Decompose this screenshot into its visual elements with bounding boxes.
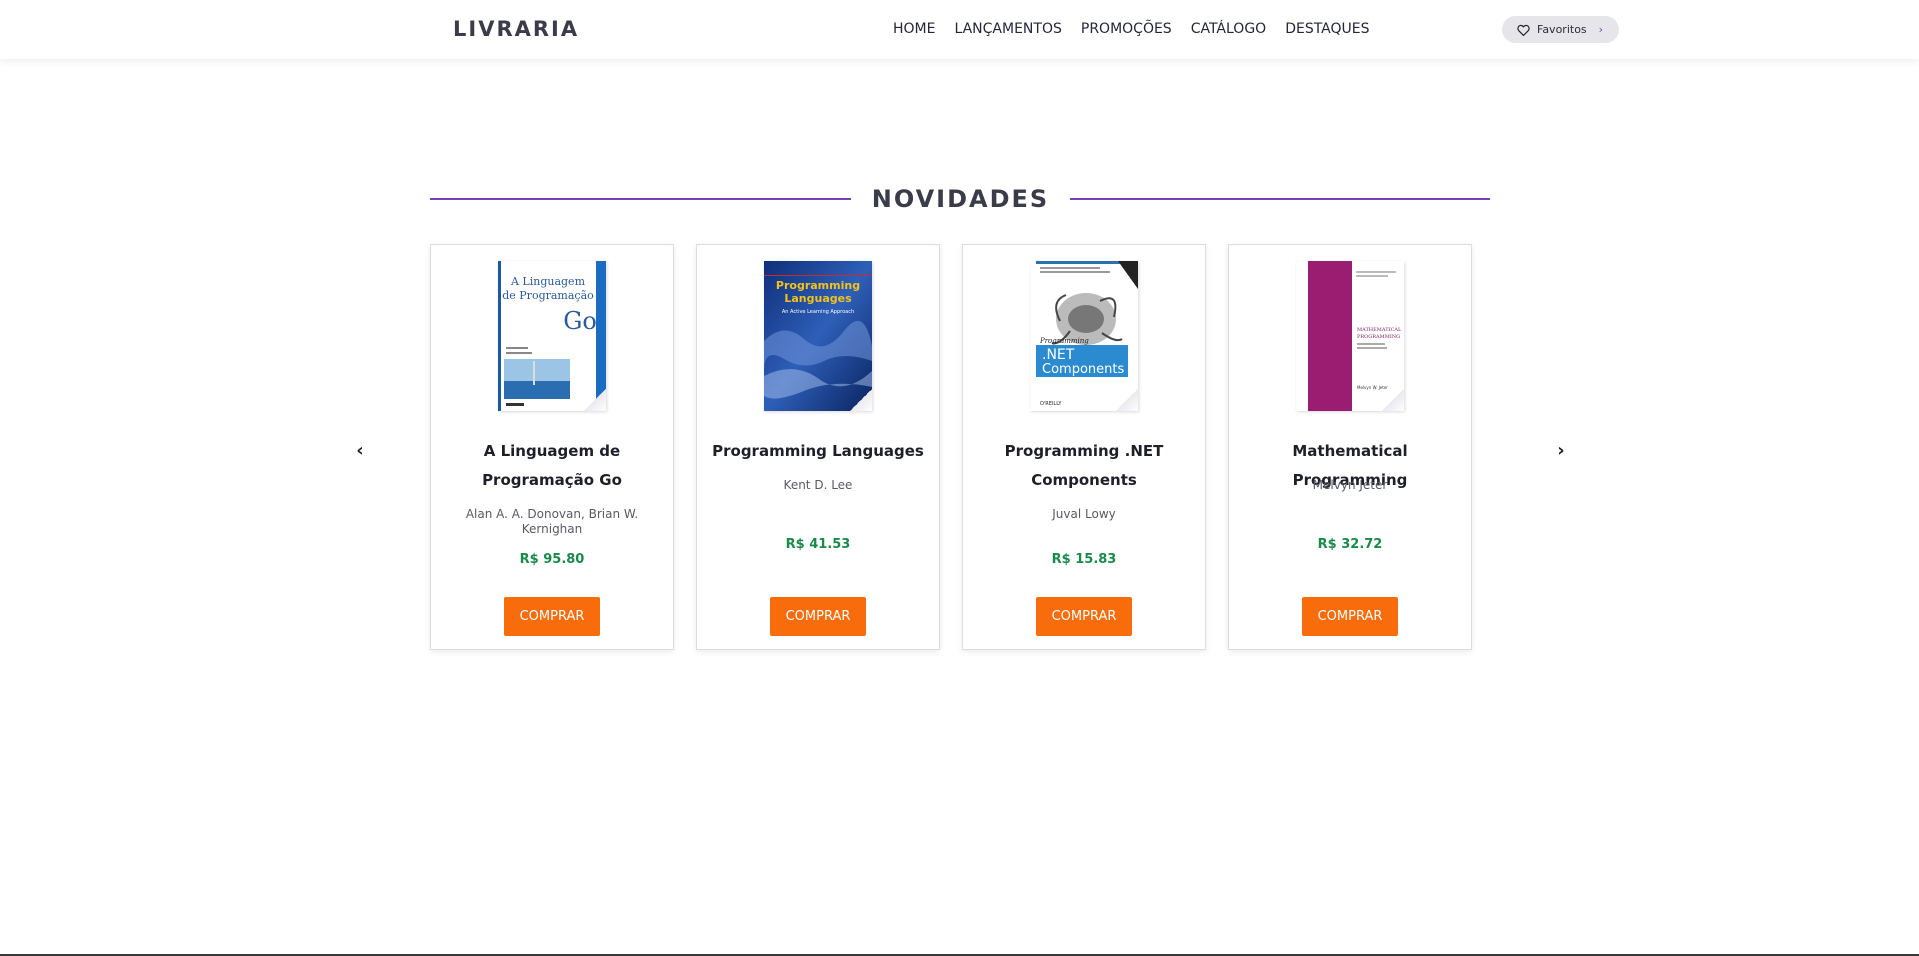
book-title[interactable]: A Linguagem de Programação Go xyxy=(443,437,661,495)
book-card[interactable]: Programming Languages An Active Learning… xyxy=(696,244,940,650)
cover-title-line-3: Go xyxy=(563,307,597,335)
book-cover[interactable]: Programming .NET Components O'REILLY xyxy=(1030,261,1138,411)
cover-title-line-2: .NET xyxy=(1042,347,1075,363)
book-author: Juval Lowy xyxy=(1052,507,1116,521)
favorites-button[interactable]: Favoritos › xyxy=(1502,16,1619,43)
book-price: R$ 41.53 xyxy=(785,537,851,552)
favorites-label: Favoritos xyxy=(1537,23,1587,36)
book-price: R$ 32.72 xyxy=(1317,537,1383,552)
book-card[interactable]: A Linguagem de Programação Go A Linguage… xyxy=(430,244,674,650)
book-card[interactable]: Programming .NET Components O'REILLY Pro… xyxy=(962,244,1206,650)
heart-icon xyxy=(1516,23,1530,37)
cover-title-line-1: A Linguagem xyxy=(510,275,586,288)
nav-catalogo[interactable]: CATÁLOGO xyxy=(1191,20,1267,38)
top-header: LIVRARIA HOME LANÇAMENTOS PROMOÇÕES CATÁ… xyxy=(0,0,1919,59)
book-title[interactable]: Programming .NET Components xyxy=(975,437,1193,495)
cover-title-line-1: Programming xyxy=(776,279,860,292)
book-author: Kent D. Lee xyxy=(783,478,853,492)
cover-title-line-2: Languages xyxy=(784,292,852,305)
carousel-prev-icon[interactable]: ‹ xyxy=(350,440,370,462)
nav-destaques[interactable]: DESTAQUES xyxy=(1285,20,1369,38)
nav-lancamentos[interactable]: LANÇAMENTOS xyxy=(954,20,1061,38)
title-divider-left xyxy=(430,198,851,200)
cover-title-line-1: MATHEMATICAL xyxy=(1357,327,1402,333)
book-cover[interactable]: A Linguagem de Programação Go xyxy=(498,261,606,411)
cover-title-line-2: PROGRAMMING xyxy=(1357,334,1400,340)
cover-title-line-2: de Programação xyxy=(502,289,594,302)
book-price: R$ 95.80 xyxy=(519,552,585,567)
nav-home[interactable]: HOME xyxy=(893,20,935,38)
buy-button[interactable]: COMPRAR xyxy=(770,597,866,636)
publisher-logo: O'REILLY xyxy=(1040,401,1062,407)
book-author: Melvyn Jeter xyxy=(1312,478,1388,492)
main-nav: HOME LANÇAMENTOS PROMOÇÕES CATÁLOGO DEST… xyxy=(893,20,1389,38)
logo[interactable]: LIVRARIA xyxy=(453,16,579,42)
book-price: R$ 15.83 xyxy=(1051,552,1117,567)
book-author: Alan A. A. Donovan, Brian W. Kernighan xyxy=(465,507,639,536)
cover-subtitle: An Active Learning Approach xyxy=(782,309,854,315)
buy-button[interactable]: COMPRAR xyxy=(504,597,600,636)
chevron-right-icon: › xyxy=(1598,23,1604,36)
cover-title-line-3: Components xyxy=(1042,362,1124,377)
book-cover[interactable]: MATHEMATICAL PROGRAMMING Melvyn W. Jeter xyxy=(1296,261,1404,411)
book-title[interactable]: Programming Languages xyxy=(709,437,927,466)
section-header: NOVIDADES xyxy=(430,183,1490,213)
book-card[interactable]: MATHEMATICAL PROGRAMMING Melvyn W. Jeter… xyxy=(1228,244,1472,650)
buy-button[interactable]: COMPRAR xyxy=(1036,597,1132,636)
title-divider-right xyxy=(1070,198,1490,200)
buy-button[interactable]: COMPRAR xyxy=(1302,597,1398,636)
book-cover[interactable]: Programming Languages An Active Learning… xyxy=(764,261,872,411)
carousel-next-icon[interactable]: › xyxy=(1551,440,1571,462)
cover-title-line-1: Programming xyxy=(1039,337,1089,345)
nav-promocoes[interactable]: PROMOÇÕES xyxy=(1081,20,1172,38)
section-title: NOVIDADES xyxy=(871,185,1050,213)
